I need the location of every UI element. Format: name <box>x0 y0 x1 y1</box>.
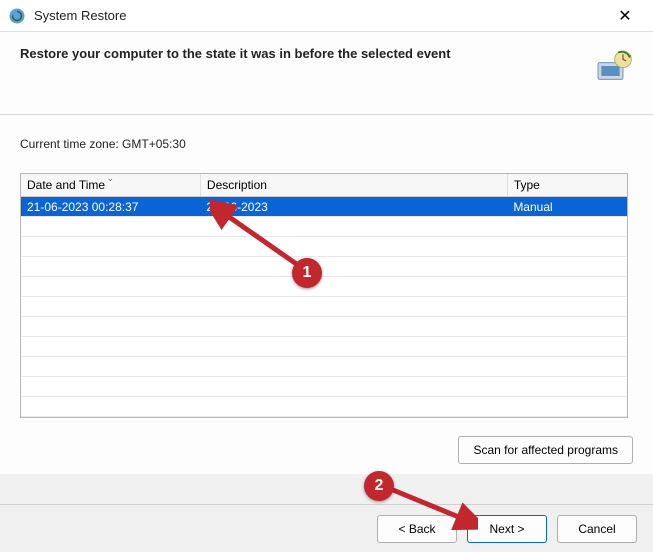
table-row[interactable] <box>21 237 627 257</box>
annotation-callout-1: 1 <box>292 258 322 288</box>
cell-type <box>507 217 627 237</box>
scan-affected-programs-button[interactable]: Scan for affected programs <box>458 436 633 464</box>
cell-datetime <box>21 357 200 377</box>
cell-datetime <box>21 297 200 317</box>
cell-description <box>200 397 507 417</box>
cancel-button[interactable]: Cancel <box>557 515 637 543</box>
system-restore-icon <box>8 7 26 25</box>
page-heading: Restore your computer to the state it wa… <box>20 46 593 61</box>
cell-datetime: 21-06-2023 00:28:37 <box>21 197 200 217</box>
back-button[interactable]: < Back <box>377 515 457 543</box>
cell-type <box>507 337 627 357</box>
scan-row: Scan for affected programs <box>20 436 633 464</box>
cell-datetime <box>21 277 200 297</box>
timezone-label: Current time zone: GMT+05:30 <box>20 137 633 151</box>
cell-datetime <box>21 257 200 277</box>
table-row[interactable]: 21-06-2023 00:28:3721-06-2023Manual <box>21 197 627 217</box>
cell-description <box>200 217 507 237</box>
cell-type <box>507 297 627 317</box>
column-header-description[interactable]: Description <box>200 174 507 197</box>
restore-point-icon <box>593 46 633 86</box>
sort-indicator-icon: ⌄ <box>107 173 115 184</box>
cell-datetime <box>21 317 200 337</box>
cell-type <box>507 377 627 397</box>
footer-buttons: < Back Next > Cancel <box>0 504 653 552</box>
cell-type <box>507 277 627 297</box>
cell-description <box>200 297 507 317</box>
next-button[interactable]: Next > <box>467 515 547 543</box>
cell-description <box>200 357 507 377</box>
cell-description: 21-06-2023 <box>200 197 507 217</box>
cell-description <box>200 257 507 277</box>
cell-type: Manual <box>507 197 627 217</box>
cell-datetime <box>21 337 200 357</box>
content-area: Current time zone: GMT+05:30 ⌄ Date and … <box>0 115 653 474</box>
cell-type <box>507 257 627 277</box>
table-row[interactable] <box>21 397 627 417</box>
cell-type <box>507 237 627 257</box>
cell-description <box>200 317 507 337</box>
table-row[interactable] <box>21 257 627 277</box>
window-title: System Restore <box>34 8 605 23</box>
column-header-datetime[interactable]: ⌄ Date and Time <box>21 174 200 197</box>
annotation-callout-2: 2 <box>364 471 394 501</box>
table-row[interactable] <box>21 337 627 357</box>
cell-type <box>507 397 627 417</box>
table-row[interactable] <box>21 217 627 237</box>
cell-description <box>200 337 507 357</box>
cell-description <box>200 237 507 257</box>
cell-type <box>507 317 627 337</box>
close-button[interactable]: ✕ <box>605 6 645 26</box>
cell-type <box>507 357 627 377</box>
table-row[interactable] <box>21 317 627 337</box>
cell-datetime <box>21 377 200 397</box>
table-row[interactable] <box>21 297 627 317</box>
cell-description <box>200 377 507 397</box>
table-row[interactable] <box>21 277 627 297</box>
table-row[interactable] <box>21 357 627 377</box>
titlebar: System Restore ✕ <box>0 0 653 32</box>
dialog-header: Restore your computer to the state it wa… <box>0 32 653 115</box>
cell-description <box>200 277 507 297</box>
cell-datetime <box>21 397 200 417</box>
cell-datetime <box>21 237 200 257</box>
restore-points-table: ⌄ Date and Time Description Type 21-06-2… <box>20 173 628 418</box>
column-header-type[interactable]: Type <box>507 174 627 197</box>
cell-datetime <box>21 217 200 237</box>
table-row[interactable] <box>21 377 627 397</box>
